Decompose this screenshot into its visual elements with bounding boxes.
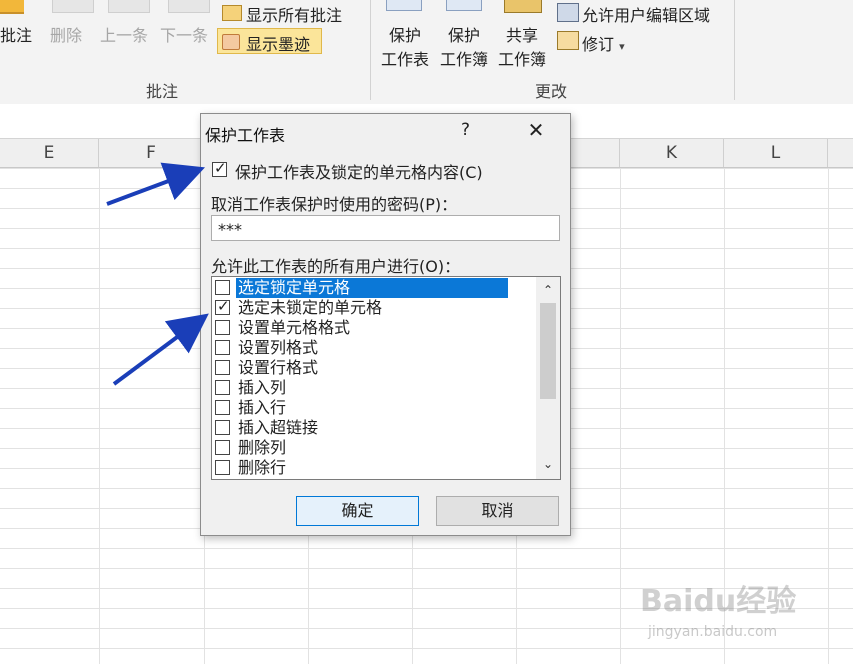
protect-sheet-icon (386, 0, 422, 11)
permission-label[interactable]: 设置列格式 (236, 338, 508, 358)
permission-checkbox[interactable] (215, 297, 230, 315)
allow-edit-ranges-icon (557, 3, 579, 22)
help-button[interactable]: ? (461, 120, 470, 140)
protect-sheet-line1: 保护 (388, 26, 421, 45)
password-input[interactable]: *** (211, 215, 560, 241)
permission-item[interactable]: 设置列格式 (212, 338, 534, 358)
ribbon: 批注 删除 上一条 下一条 显示所有批注 显示墨迹 批注 保护 工作表 保护 工… (0, 0, 853, 105)
delete-comment-button[interactable]: 删除 (50, 22, 82, 46)
track-changes-button[interactable]: 修订 ▾ (582, 31, 625, 55)
changes-group-label: 更改 (535, 82, 568, 101)
protect-sheet-dialog: 保护工作表 ? ✕ 保护工作表及锁定的单元格内容(C) 取消工作表保护时使用的密… (200, 113, 571, 536)
protect-sheet-line2: 工作表 (380, 50, 429, 69)
chevron-down-icon: ▾ (619, 40, 625, 53)
permission-checkbox[interactable] (215, 400, 230, 415)
grid-line (99, 168, 100, 664)
show-all-comments-button[interactable]: 显示所有批注 (246, 2, 342, 26)
protect-sheet-checkbox-label[interactable]: 保护工作表及锁定的单元格内容(C) (235, 159, 483, 183)
comments-group-label: 批注 (146, 82, 179, 101)
permission-label[interactable]: 设置单元格格式 (236, 318, 508, 338)
list-scrollbar[interactable]: ⌃ ⌄ (536, 277, 560, 479)
share-workbook-line2: 工作簿 (497, 50, 546, 69)
permission-label[interactable]: 选定锁定单元格 (236, 278, 508, 298)
permission-item[interactable]: 设置行格式 (212, 358, 534, 378)
watermark-logo: Baidu经验 (640, 584, 797, 619)
close-icon[interactable]: ✕ (523, 118, 549, 142)
permission-checkbox[interactable] (215, 340, 230, 355)
permission-label[interactable]: 选定未锁定的单元格 (236, 298, 508, 318)
password-label: 取消工作表保护时使用的密码(P)： (211, 195, 458, 214)
cancel-button[interactable]: 取消 (436, 496, 559, 526)
track-changes-label: 修订 (582, 35, 615, 54)
protect-workbook-line2: 工作簿 (439, 50, 488, 69)
previous-comment-button[interactable]: 上一条 (100, 22, 148, 46)
allow-edit-ranges-button[interactable]: 允许用户编辑区域 (582, 2, 710, 26)
new-comment-icon (0, 0, 24, 14)
column-header-l[interactable]: L (724, 139, 828, 167)
grid-line (828, 168, 829, 664)
next-comment-button[interactable]: 下一条 (160, 22, 208, 46)
scrollbar-thumb[interactable] (540, 303, 556, 399)
protect-workbook-icon (446, 0, 482, 11)
permission-label[interactable]: 插入超链接 (236, 418, 508, 438)
permission-label[interactable]: 删除列 (236, 438, 508, 458)
share-workbook-icon (504, 0, 542, 13)
share-workbook-button[interactable]: 共享 工作簿 (494, 22, 550, 70)
ok-button[interactable]: 确定 (296, 496, 419, 526)
permission-checkbox[interactable] (215, 380, 230, 395)
group-separator (370, 0, 371, 100)
permission-item[interactable]: 设置单元格格式 (212, 318, 534, 338)
permission-item[interactable]: 插入行 (212, 398, 534, 418)
column-header-k[interactable]: K (620, 139, 724, 167)
grid-line (620, 168, 621, 664)
protect-workbook-line1: 保护 (447, 26, 480, 45)
permission-checkbox[interactable] (215, 280, 230, 295)
permission-item[interactable]: 删除行 (212, 458, 534, 478)
next-comment-icon (168, 0, 210, 13)
scroll-down-icon[interactable]: ⌄ (536, 457, 560, 473)
track-changes-icon (557, 31, 579, 50)
group-separator-end (734, 0, 735, 100)
permission-item[interactable]: 选定锁定单元格 (212, 278, 534, 298)
permission-item[interactable]: 插入超链接 (212, 418, 534, 438)
permission-item[interactable]: 选定未锁定的单元格 (212, 297, 534, 318)
permission-checkbox[interactable] (215, 420, 230, 435)
permission-checkbox[interactable] (215, 320, 230, 335)
previous-comment-icon (108, 0, 150, 13)
permission-item[interactable]: 删除列 (212, 438, 534, 458)
allow-users-label: 允许此工作表的所有用户进行(O)： (211, 257, 461, 276)
scroll-up-icon[interactable]: ⌃ (536, 283, 560, 299)
column-header-e[interactable]: E (0, 139, 99, 167)
watermark-url: jingyan.baidu.com (648, 624, 778, 640)
protect-workbook-button[interactable]: 保护 工作簿 (436, 22, 492, 70)
permissions-list[interactable]: 选定锁定单元格选定未锁定的单元格设置单元格格式设置列格式设置行格式插入列插入行插… (211, 276, 561, 480)
permission-label[interactable]: 插入行 (236, 398, 508, 418)
ink-pen-icon (222, 34, 240, 50)
permission-label[interactable]: 插入列 (236, 378, 508, 398)
permission-checkbox[interactable] (215, 440, 230, 455)
column-header-f[interactable]: F (99, 139, 204, 167)
show-all-comments-icon (222, 5, 242, 21)
permission-label[interactable]: 删除行 (236, 458, 508, 478)
new-comment-button[interactable]: 批注 (0, 22, 32, 46)
delete-comment-icon (52, 0, 94, 13)
show-ink-label: 显示墨迹 (246, 35, 311, 54)
protect-sheet-checkbox[interactable] (212, 159, 227, 177)
show-ink-button[interactable]: 显示墨迹 (217, 28, 322, 54)
share-workbook-line1: 共享 (505, 26, 538, 45)
permission-checkbox[interactable] (215, 360, 230, 375)
permission-label[interactable]: 设置行格式 (236, 358, 508, 378)
dialog-title: 保护工作表 (205, 126, 286, 145)
protect-sheet-button[interactable]: 保护 工作表 (378, 22, 432, 70)
permission-item[interactable]: 插入列 (212, 378, 534, 398)
permission-checkbox[interactable] (215, 460, 230, 475)
